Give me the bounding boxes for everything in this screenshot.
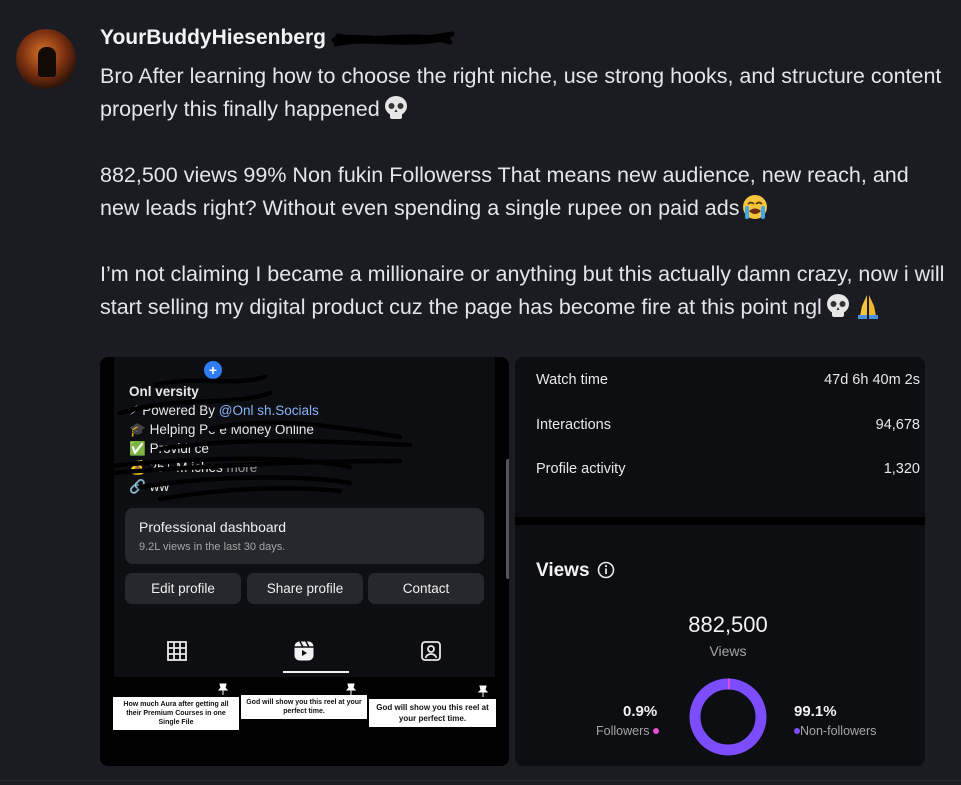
message-paragraph: I’m not claiming I became a millionaire …: [100, 262, 945, 319]
metric-row-interactions: Interactions 94,678: [536, 417, 920, 433]
professional-dashboard-card[interactable]: Professional dashboard 9.2L views in the…: [125, 508, 484, 564]
profile-screenshot[interactable]: + Onl versity ⚡ Powered By @Onl sh.Socia…: [100, 357, 509, 766]
metric-row-profile-activity: Profile activity 1,320: [536, 461, 920, 477]
redaction-scribble: [331, 31, 455, 47]
views-section-title: Views: [536, 560, 590, 581]
message-paragraph: Bro After learning how to choose the rig…: [100, 64, 942, 121]
dashboard-title: Professional dashboard: [139, 519, 287, 535]
views-total: 882,500: [688, 612, 768, 637]
contact-button[interactable]: Contact: [368, 573, 484, 604]
pin-icon: [345, 683, 357, 695]
info-icon[interactable]: [597, 561, 615, 579]
reel-thumbnail[interactable]: God will show you this reel at your perf…: [241, 677, 367, 766]
followers-dot: [652, 728, 659, 734]
skull-emoji: [826, 294, 849, 317]
message-paragraph: 882,500 views 99% Non fukin Followerss T…: [100, 163, 909, 220]
nonfollowers-legend: Non-followers: [794, 724, 876, 738]
skull-emoji: [384, 96, 407, 119]
reels-grid: How much Aura after getting all their Pr…: [113, 677, 496, 766]
message-body: Bro After learning how to choose the rig…: [100, 60, 950, 324]
metric-row-watch-time: Watch time 47d 6h 40m 2s: [536, 372, 920, 388]
tagged-icon[interactable]: [419, 639, 443, 663]
bottom-divider: [0, 780, 961, 781]
share-profile-button[interactable]: Share profile: [247, 573, 363, 604]
insights-screenshot[interactable]: Watch time 47d 6h 40m 2s Interactions 94,6…: [515, 357, 925, 766]
dashboard-subtitle: 9.2L views in the last 30 days.: [139, 541, 286, 553]
views-donut-chart: [689, 678, 767, 756]
nonfollowers-percent: 99.1%: [794, 703, 837, 720]
views-total-label: Views: [709, 643, 747, 659]
crying-emoji: [743, 195, 768, 219]
profile-tabs: [113, 627, 496, 677]
pin-icon: [217, 683, 229, 695]
active-tab-indicator: [283, 671, 349, 673]
edit-profile-button[interactable]: Edit profile: [125, 573, 241, 604]
followers-percent: 0.9%: [623, 703, 658, 720]
reels-icon[interactable]: [292, 639, 316, 663]
nonfollowers-ring: [689, 678, 767, 756]
reel-thumbnail[interactable]: God will show you this reel at your perf…: [369, 677, 496, 766]
folded-hands-emoji: [857, 295, 878, 319]
user-avatar[interactable]: [16, 29, 76, 89]
section-divider: [515, 517, 925, 525]
reel-thumbnail[interactable]: How much Aura after getting all their Pr…: [113, 677, 239, 766]
pin-icon: [477, 685, 489, 697]
grid-icon[interactable]: [165, 639, 189, 663]
followers-legend: Followers: [596, 724, 659, 738]
message-author[interactable]: YourBuddyHiesenberg: [100, 26, 326, 50]
redaction-scribble: [100, 374, 413, 502]
